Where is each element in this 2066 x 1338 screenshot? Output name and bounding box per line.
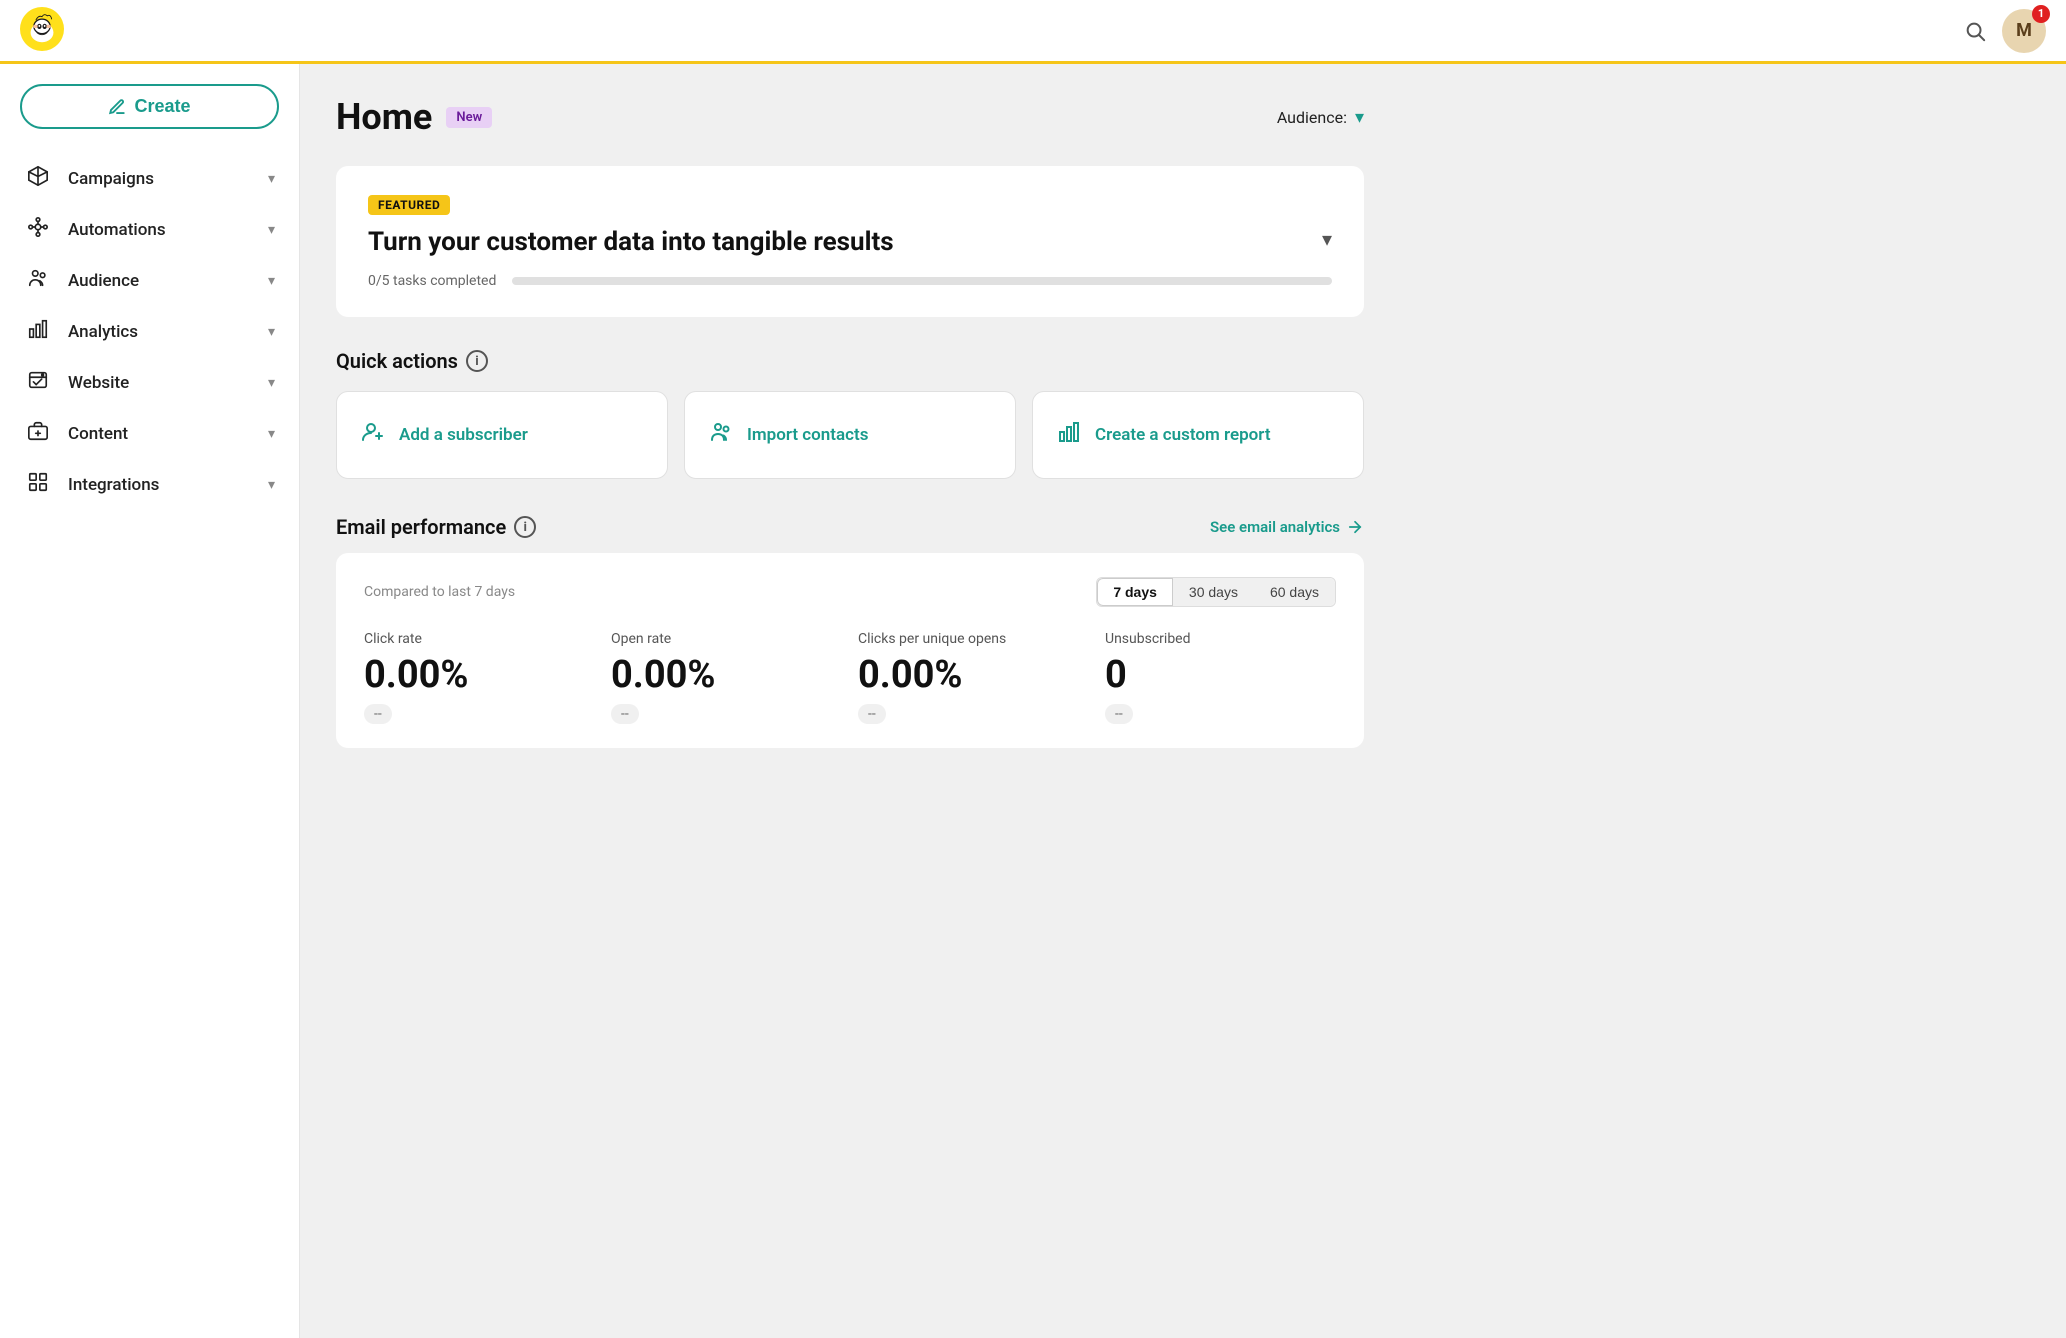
integrations-chevron: ▾ <box>268 477 275 493</box>
open-rate-change: -- <box>611 704 639 724</box>
new-badge: New <box>446 107 492 128</box>
compared-text: Compared to last 7 days <box>364 584 515 600</box>
topbar: M 1 <box>0 0 2066 64</box>
content-icon <box>24 420 52 447</box>
email-perf-title-row: Email performance i <box>336 515 536 539</box>
metric-unsubscribed: Unsubscribed 0 -- <box>1105 631 1336 724</box>
import-contacts-card[interactable]: Import contacts <box>684 391 1016 479</box>
audience-icon <box>24 267 52 294</box>
create-button[interactable]: Create <box>20 84 279 129</box>
content-label: Content <box>68 424 252 444</box>
unsubscribed-value: 0 <box>1105 653 1336 697</box>
featured-card-header: Turn your customer data into tangible re… <box>368 227 1332 273</box>
add-subscriber-card[interactable]: Add a subscriber <box>336 391 668 479</box>
website-chevron: ▾ <box>268 375 275 391</box>
sidebar-item-integrations[interactable]: Integrations ▾ <box>0 459 299 510</box>
progress-row: 0/5 tasks completed <box>368 273 1332 289</box>
audience-selector[interactable]: Audience: ▾ <box>1277 107 1364 128</box>
audience-label: Audience: <box>1277 108 1347 127</box>
click-rate-value: 0.00% <box>364 653 595 697</box>
sidebar-item-analytics[interactable]: Analytics ▾ <box>0 306 299 357</box>
featured-card: FEATURED Turn your customer data into ta… <box>336 166 1364 317</box>
sidebar-item-automations[interactable]: Automations ▾ <box>0 204 299 255</box>
add-subscriber-label: Add a subscriber <box>399 425 528 445</box>
metric-clicks-unique: Clicks per unique opens 0.00% -- <box>858 631 1089 724</box>
add-subscriber-icon <box>361 420 385 450</box>
page-title: Home <box>336 96 432 138</box>
create-report-card[interactable]: Create a custom report <box>1032 391 1364 479</box>
search-button[interactable] <box>1964 20 1986 42</box>
perf-top-row: Compared to last 7 days 7 days 30 days 6… <box>364 577 1336 607</box>
progress-bar-background <box>512 277 1332 285</box>
website-label: Website <box>68 373 252 393</box>
unsubscribed-change: -- <box>1105 704 1133 724</box>
analytics-chevron: ▾ <box>268 324 275 340</box>
audience-chevron: ▾ <box>268 273 275 289</box>
website-icon <box>24 369 52 396</box>
campaigns-chevron: ▾ <box>268 171 275 187</box>
email-perf-info-icon[interactable]: i <box>514 516 536 538</box>
progress-text: 0/5 tasks completed <box>368 273 496 289</box>
page-header: Home New Audience: ▾ <box>336 96 1364 138</box>
clicks-unique-label: Clicks per unique opens <box>858 631 1089 647</box>
metric-click-rate: Click rate 0.00% -- <box>364 631 595 724</box>
automations-chevron: ▾ <box>268 222 275 238</box>
integrations-label: Integrations <box>68 475 252 495</box>
analytics-label: Analytics <box>68 322 252 342</box>
60-days-button[interactable]: 60 days <box>1254 578 1335 606</box>
featured-title: Turn your customer data into tangible re… <box>368 227 894 257</box>
analytics-icon <box>24 318 52 345</box>
import-contacts-label: Import contacts <box>747 425 868 445</box>
metrics-row: Click rate 0.00% -- Open rate 0.00% -- C… <box>364 631 1336 724</box>
click-rate-change: -- <box>364 704 392 724</box>
topbar-right: M 1 <box>1964 9 2046 53</box>
quick-actions-header: Quick actions i <box>336 349 1364 373</box>
featured-chevron-icon[interactable]: ▾ <box>1322 227 1332 251</box>
content-chevron: ▾ <box>268 426 275 442</box>
integrations-icon <box>24 471 52 498</box>
app-body: Create Campaigns ▾ <box>0 64 2066 1338</box>
audience-chevron-icon: ▾ <box>1355 107 1364 128</box>
automations-label: Automations <box>68 220 252 240</box>
metric-open-rate: Open rate 0.00% -- <box>611 631 842 724</box>
create-report-label: Create a custom report <box>1095 425 1271 445</box>
clicks-unique-change: -- <box>858 704 886 724</box>
quick-actions-grid: Add a subscriber Import contacts <box>336 391 1364 479</box>
quick-actions-info-icon[interactable]: i <box>466 350 488 372</box>
clicks-unique-value: 0.00% <box>858 653 1089 697</box>
sidebar: Create Campaigns ▾ <box>0 64 300 1338</box>
sidebar-item-content[interactable]: Content ▾ <box>0 408 299 459</box>
automations-icon <box>24 216 52 243</box>
7-days-button[interactable]: 7 days <box>1097 578 1173 606</box>
day-filter: 7 days 30 days 60 days <box>1096 577 1336 607</box>
campaigns-icon <box>24 165 52 192</box>
create-label: Create <box>134 96 190 117</box>
import-contacts-icon <box>709 420 733 450</box>
email-performance-header: Email performance i See email analytics <box>336 515 1364 539</box>
featured-badge: FEATURED <box>368 195 450 215</box>
unsubscribed-label: Unsubscribed <box>1105 631 1336 647</box>
campaigns-label: Campaigns <box>68 169 252 189</box>
main-content: Home New Audience: ▾ FEATURED Turn your … <box>300 64 2066 1338</box>
avatar[interactable]: M 1 <box>2002 9 2046 53</box>
audience-label: Audience <box>68 271 252 291</box>
open-rate-label: Open rate <box>611 631 842 647</box>
see-analytics-link[interactable]: See email analytics <box>1210 518 1364 536</box>
page-title-row: Home New <box>336 96 492 138</box>
create-report-icon <box>1057 420 1081 450</box>
sidebar-item-audience[interactable]: Audience ▾ <box>0 255 299 306</box>
logo[interactable] <box>20 7 64 55</box>
sidebar-item-website[interactable]: Website ▾ <box>0 357 299 408</box>
performance-card: Compared to last 7 days 7 days 30 days 6… <box>336 553 1364 748</box>
click-rate-label: Click rate <box>364 631 595 647</box>
see-analytics-label: See email analytics <box>1210 518 1340 536</box>
open-rate-value: 0.00% <box>611 653 842 697</box>
30-days-button[interactable]: 30 days <box>1173 578 1254 606</box>
sidebar-item-campaigns[interactable]: Campaigns ▾ <box>0 153 299 204</box>
notification-badge: 1 <box>2032 5 2050 23</box>
email-perf-title: Email performance <box>336 515 506 539</box>
quick-actions-title: Quick actions <box>336 349 458 373</box>
